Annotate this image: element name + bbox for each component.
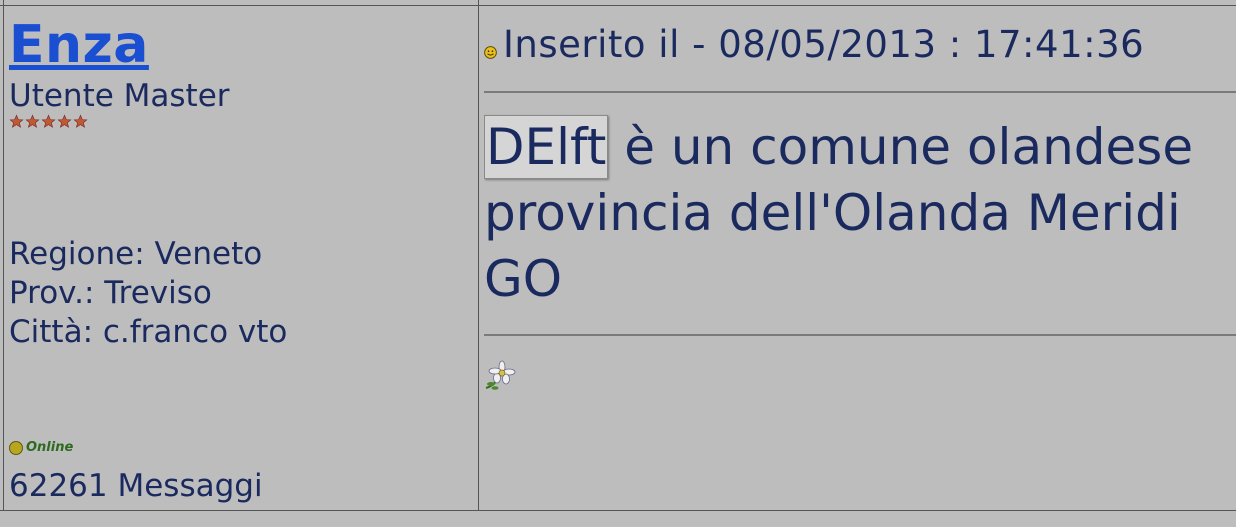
- star-icon: [9, 114, 24, 129]
- column-divider: [478, 0, 479, 526]
- post-header: Inserito il - 08/05/2013 : 17:41:36: [484, 24, 1144, 66]
- author-region: Regione: Veneto: [9, 236, 263, 272]
- post-body-line-3: GO: [484, 250, 563, 308]
- post-body: DElft è un comune olandese provincia del…: [484, 114, 1236, 312]
- star-icon: [73, 114, 88, 129]
- online-dot-icon: [9, 440, 23, 455]
- post-body-line-1: DElft è un comune olandese: [484, 114, 1236, 180]
- star-icon: [25, 114, 40, 129]
- frame-bottom-border: [0, 510, 1236, 527]
- post-date: Inserito il - 08/05/2013 : 17:41:36: [503, 23, 1145, 66]
- post-header-divider: [484, 91, 1236, 93]
- author-name-link[interactable]: Enza: [9, 16, 149, 74]
- author-city: Città: c.franco vto: [9, 314, 288, 350]
- rank-stars: [9, 114, 89, 130]
- flower-icon: [484, 358, 516, 392]
- star-icon: [41, 114, 56, 129]
- star-icon: [57, 114, 72, 129]
- online-label: Online: [26, 440, 74, 455]
- author-province: Prov.: Treviso: [9, 275, 212, 311]
- post-panel: Inserito il - 08/05/2013 : 17:41:36 DElf…: [484, 6, 1236, 510]
- post-body-line-1-rest: è un comune olandese: [608, 118, 1194, 176]
- highlighted-word[interactable]: DElft: [484, 115, 609, 179]
- smile-icon: [484, 44, 497, 59]
- author-rank: Utente Master: [9, 78, 230, 114]
- online-status: Online: [9, 440, 73, 455]
- message-count: 62261 Messaggi: [9, 468, 263, 504]
- author-panel: Enza Utente Master Regione: Veneto Prov.…: [9, 6, 469, 510]
- signature-divider: [484, 334, 1236, 336]
- post-body-line-2: provincia dell'Olanda Meridi: [484, 184, 1181, 242]
- frame-left-border: [0, 0, 4, 526]
